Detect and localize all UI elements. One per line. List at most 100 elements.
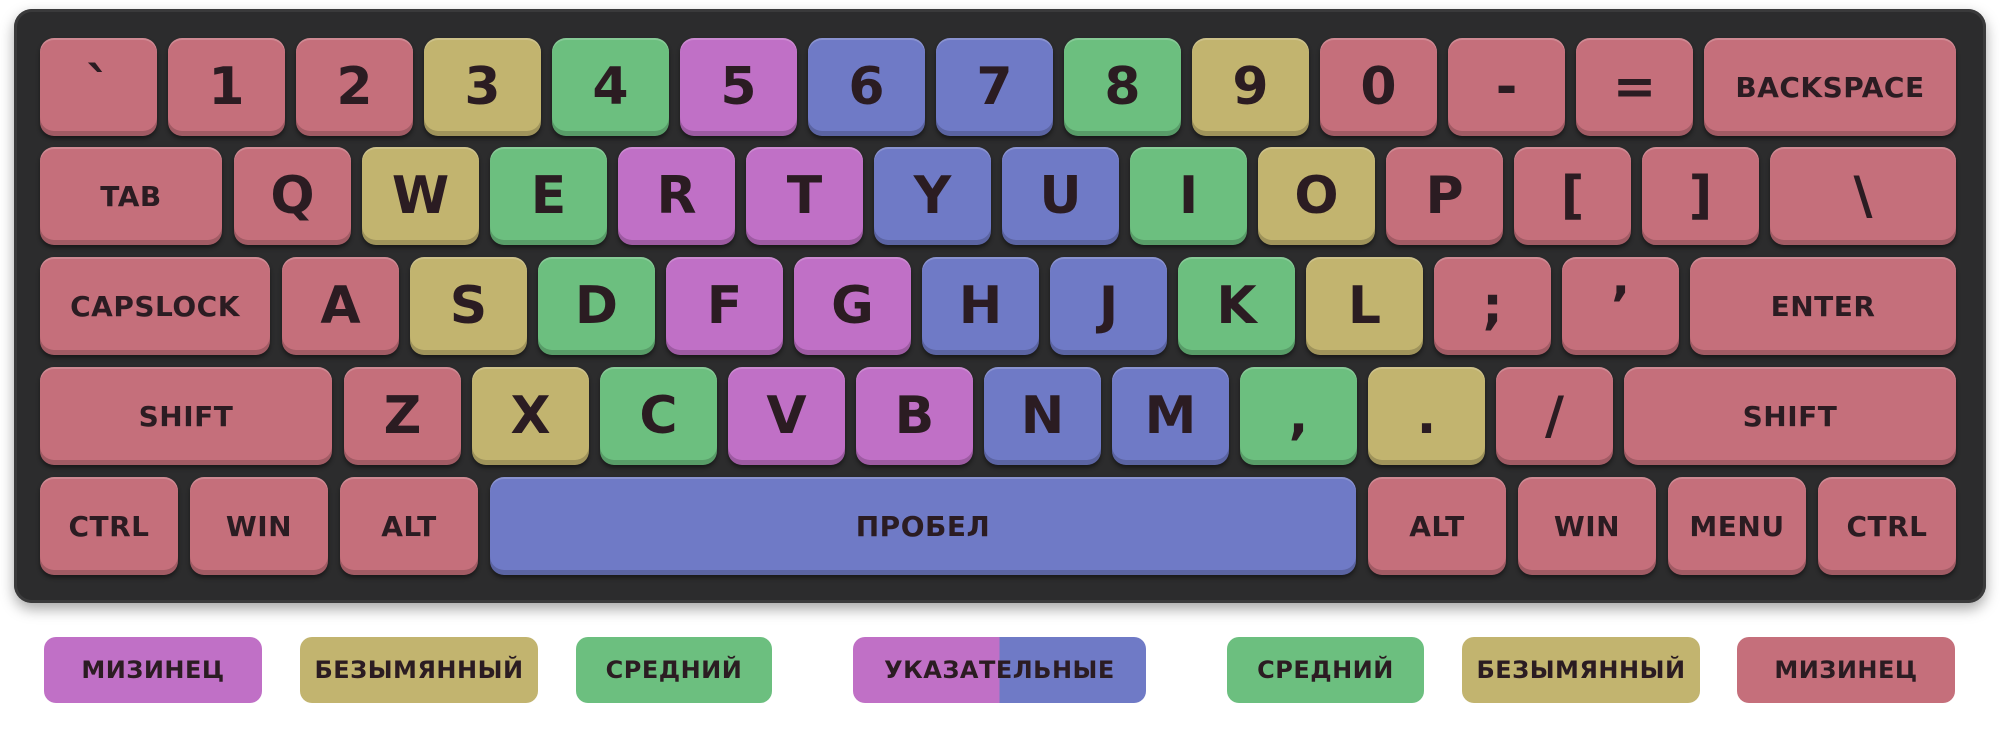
key-enter[interactable]: ENTER <box>1690 257 1956 355</box>
key-semicolon[interactable]: ; <box>1434 257 1551 355</box>
key-d[interactable]: D <box>538 257 655 355</box>
key-label: ENTER <box>1770 289 1876 323</box>
key-9[interactable]: 9 <box>1192 38 1309 136</box>
key-label: X <box>510 386 551 446</box>
key-ctrl-left[interactable]: CTRL <box>40 477 178 575</box>
key-label: S <box>449 276 488 336</box>
key-4[interactable]: 4 <box>552 38 669 136</box>
key-comma[interactable]: , <box>1240 367 1357 465</box>
key-label: SHIFT <box>138 399 234 433</box>
key-i[interactable]: I <box>1130 147 1247 245</box>
key-w[interactable]: W <box>362 147 479 245</box>
key-label: A <box>320 276 361 336</box>
key-g[interactable]: G <box>794 257 911 355</box>
key-label: N <box>1020 386 1065 446</box>
legend-ring-right: БЕЗЫМЯННЫЙ <box>1462 637 1700 703</box>
key-capslock[interactable]: CAPSLOCK <box>40 257 270 355</box>
key-label: P <box>1425 166 1464 226</box>
key-label: 6 <box>848 57 885 117</box>
key-m[interactable]: M <box>1112 367 1229 465</box>
key-label: . <box>1416 386 1437 446</box>
key-label: E <box>530 166 567 226</box>
key-label: Y <box>913 166 952 226</box>
key-shift-left[interactable]: SHIFT <box>40 367 332 465</box>
key-8[interactable]: 8 <box>1064 38 1181 136</box>
key-tab[interactable]: TAB <box>40 147 222 245</box>
key-t[interactable]: T <box>746 147 863 245</box>
key-menu[interactable]: MENU <box>1668 477 1806 575</box>
key-n[interactable]: N <box>984 367 1101 465</box>
key-label: U <box>1039 166 1082 226</box>
key-label: ALT <box>381 509 437 543</box>
key-6[interactable]: 6 <box>808 38 925 136</box>
key-label: H <box>958 276 1003 336</box>
key-3[interactable]: 3 <box>424 38 541 136</box>
key-k[interactable]: K <box>1178 257 1295 355</box>
key-label: G <box>831 276 874 336</box>
key-0[interactable]: 0 <box>1320 38 1437 136</box>
key-alt-right[interactable]: ALT <box>1368 477 1506 575</box>
key-apostrophe[interactable]: ’ <box>1562 257 1679 355</box>
legend-pinky-left: МИЗИНЕЦ <box>44 637 262 703</box>
key-5[interactable]: 5 <box>680 38 797 136</box>
key-x[interactable]: X <box>472 367 589 465</box>
legend-label: УКАЗАТЕЛЬНЫЕ <box>884 656 1115 684</box>
key-1[interactable]: 1 <box>168 38 285 136</box>
legend-label: СРЕДНИЙ <box>605 656 743 684</box>
key-z[interactable]: Z <box>344 367 461 465</box>
key-label: ` <box>85 57 112 117</box>
key-2[interactable]: 2 <box>296 38 413 136</box>
legend-label: СРЕДНИЙ <box>1257 656 1394 684</box>
key-minus[interactable]: - <box>1448 38 1565 136</box>
key-b[interactable]: B <box>856 367 973 465</box>
key-f[interactable]: F <box>666 257 783 355</box>
key-backtick[interactable]: ` <box>40 38 157 136</box>
key-label: SHIFT <box>1742 399 1838 433</box>
key-r[interactable]: R <box>618 147 735 245</box>
key-q[interactable]: Q <box>234 147 351 245</box>
key-label: O <box>1294 166 1339 226</box>
key-label: Z <box>383 386 422 446</box>
key-label: ; <box>1482 276 1503 336</box>
key-o[interactable]: O <box>1258 147 1375 245</box>
key-slash[interactable]: / <box>1496 367 1613 465</box>
key-label: WIN <box>225 509 293 543</box>
key-c[interactable]: C <box>600 367 717 465</box>
key-shift-right[interactable]: SHIFT <box>1624 367 1956 465</box>
key-win-right[interactable]: WIN <box>1518 477 1656 575</box>
key-backspace[interactable]: BACKSPACE <box>1704 38 1956 136</box>
key-label: F <box>706 276 743 336</box>
key-label: R <box>656 166 697 226</box>
key-h[interactable]: H <box>922 257 1039 355</box>
key-ctrl-right[interactable]: CTRL <box>1818 477 1956 575</box>
key-bracket-right[interactable]: ] <box>1642 147 1759 245</box>
key-period[interactable]: . <box>1368 367 1485 465</box>
key-s[interactable]: S <box>410 257 527 355</box>
key-a[interactable]: A <box>282 257 399 355</box>
legend-label: БЕЗЫМЯННЫЙ <box>314 656 524 684</box>
key-win-left[interactable]: WIN <box>190 477 328 575</box>
key-bracket-left[interactable]: [ <box>1514 147 1631 245</box>
key-label: / <box>1545 386 1564 446</box>
key-label: J <box>1098 276 1119 336</box>
key-7[interactable]: 7 <box>936 38 1053 136</box>
key-label: 3 <box>464 57 501 117</box>
key-label: - <box>1495 57 1518 117</box>
key-equals[interactable]: = <box>1576 38 1693 136</box>
key-space[interactable]: ПРОБЕЛ <box>490 477 1356 575</box>
key-alt-left[interactable]: ALT <box>340 477 478 575</box>
key-label: W <box>391 166 450 226</box>
key-backslash[interactable]: \ <box>1770 147 1956 245</box>
key-label: MENU <box>1689 509 1785 543</box>
key-v[interactable]: V <box>728 367 845 465</box>
key-label: CAPSLOCK <box>70 289 240 323</box>
key-l[interactable]: L <box>1306 257 1423 355</box>
key-u[interactable]: U <box>1002 147 1119 245</box>
key-p[interactable]: P <box>1386 147 1503 245</box>
key-label: 9 <box>1232 57 1269 117</box>
key-label: 4 <box>592 57 629 117</box>
key-label: 2 <box>336 57 373 117</box>
key-y[interactable]: Y <box>874 147 991 245</box>
key-j[interactable]: J <box>1050 257 1167 355</box>
key-e[interactable]: E <box>490 147 607 245</box>
